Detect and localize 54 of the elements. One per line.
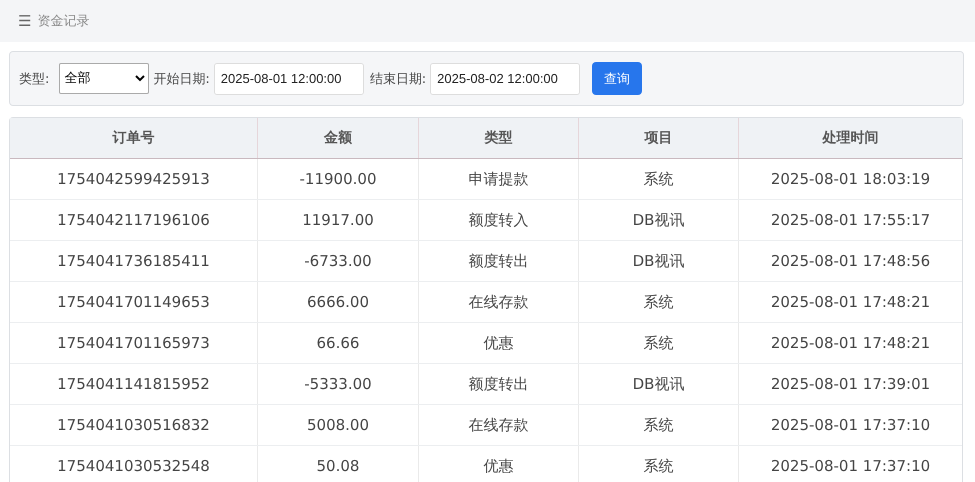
- table-cell: 1754041701165973: [10, 323, 258, 363]
- column-header: 金额: [258, 118, 419, 158]
- table-cell: 额度转出: [419, 364, 579, 404]
- table-cell: 额度转入: [419, 200, 579, 240]
- table-cell: 在线存款: [419, 405, 579, 445]
- type-dropdown[interactable]: 全部: [59, 63, 150, 94]
- table-cell: 1754041701149653: [10, 282, 258, 322]
- table-cell-text: 2025-08-01 17:48:56: [770, 251, 932, 272]
- table-cell: 在线存款: [419, 282, 579, 322]
- table-cell: 额度转出: [419, 241, 579, 281]
- table-cell: 系统: [579, 159, 739, 199]
- table-cell: 申请提款: [419, 159, 579, 199]
- table-cell-text: 2025-08-01 17:55:17: [770, 210, 932, 231]
- table-cell: 1754041736185411: [10, 241, 258, 281]
- table-cell: -11900.00: [258, 159, 419, 199]
- table-cell: 1754041030516832: [10, 405, 258, 445]
- column-header: 类型: [419, 118, 579, 158]
- table-cell: 1754041141815952: [10, 364, 258, 404]
- table-cell: 系统: [579, 405, 739, 445]
- table-cell: 50.08: [258, 446, 419, 482]
- table-cell-text: 2025-08-01 17:37:10: [770, 456, 932, 477]
- table-cell-text: 2025-08-01 17:48:21: [770, 292, 932, 313]
- table-cell: DB视讯: [579, 241, 739, 281]
- table-cell-text: 2025-08-01 17:48:21: [770, 333, 932, 354]
- table-cell-text: 2025-08-01 18:03:19: [770, 169, 932, 190]
- table-cell: 66.66: [258, 323, 419, 363]
- table-cell: 系统: [579, 282, 739, 322]
- column-header: 项目: [579, 118, 739, 158]
- column-header: 订单号: [10, 118, 258, 158]
- end-date-label: 结束日期:: [370, 70, 426, 88]
- start-date-field[interactable]: 2025-08-01 12:00:00: [214, 62, 364, 94]
- type-label: 类型:: [19, 70, 50, 88]
- page-title: 资金记录: [37, 13, 90, 30]
- table-cell-text: 2025-08-01 17:39:01: [770, 374, 932, 395]
- table-cell: DB视讯: [579, 200, 739, 240]
- table-cell: -6733.00: [258, 241, 419, 281]
- table-cell: 1754042599425913: [10, 159, 258, 199]
- table-cell: 系统: [579, 446, 739, 482]
- table-cell: 1754041030532548: [10, 446, 258, 482]
- column-header: 处理时间: [821, 129, 880, 148]
- table-cell: 11917.00: [258, 200, 419, 240]
- table-cell: -5333.00: [258, 364, 419, 404]
- table-cell-text: 2025-08-01 17:37:10: [770, 415, 932, 436]
- start-date-label: 开始日期:: [153, 70, 210, 88]
- table-cell: 1754042117196106: [10, 200, 258, 240]
- table-cell: DB视讯: [579, 364, 739, 404]
- table-cell: 优惠: [419, 446, 579, 482]
- end-date-field[interactable]: 2025-08-02 12:00:00: [430, 62, 580, 94]
- table-cell: 系统: [579, 323, 739, 363]
- search-button[interactable]: 查询: [592, 62, 642, 95]
- table-cell: 5008.00: [258, 405, 419, 445]
- menu-icon[interactable]: ☰: [18, 12, 32, 30]
- table-cell: 优惠: [419, 323, 579, 363]
- table-cell: 6666.00: [258, 282, 419, 322]
